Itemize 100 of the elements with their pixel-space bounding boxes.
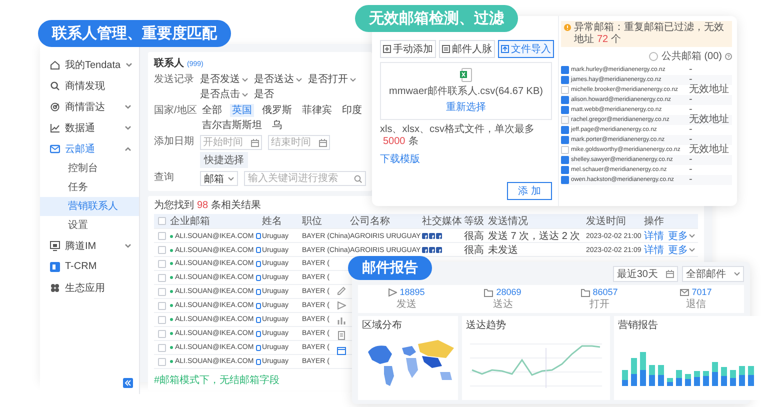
filter-dropdown[interactable]: 是否发送 [200,73,248,86]
date-field[interactable]: 结束时间 [268,135,330,150]
email-checkbox[interactable] [561,86,569,94]
tab[interactable]: 文件导入 [498,40,554,58]
quick-select-button[interactable]: 快捷选择 [200,152,248,168]
filter-dropdown[interactable]: 是否 [254,88,274,101]
copy-icon [256,344,261,350]
row-checkbox[interactable] [158,344,166,352]
country-option[interactable]: 吉尔吉斯斯坦 [200,119,264,132]
details-link[interactable]: 详情 [644,229,664,243]
stat-value: 86057 [592,287,618,297]
row-checkbox[interactable] [158,330,166,338]
sidebar-item[interactable]: 生态应用 [40,277,139,298]
sidebar-subitem[interactable]: 营销联系人 [40,197,139,216]
details-link[interactable]: 详情 [644,243,664,257]
table-cell-text: 发送 7 次，送达 2 次 [488,230,580,243]
email-checkbox[interactable] [561,166,569,174]
more-menu[interactable]: 更多 [668,229,695,243]
country-option[interactable]: 全部 [200,104,224,117]
caret-icon [228,176,234,180]
filter-label: 查询 [154,171,175,185]
filter-dropdown[interactable]: 是否点击 [200,88,248,101]
copy-icon [256,358,261,364]
copy-icon [256,330,261,336]
filter-dropdown[interactable]: 是否送达 [254,73,302,86]
tab[interactable]: 邮件人脉 [439,40,495,58]
send-icon [337,301,346,310]
add-button[interactable]: 添 加 [507,182,552,200]
public-mail-toggle[interactable] [649,52,658,60]
row-checkbox[interactable] [158,358,166,366]
document-icon [50,262,60,272]
list-icon [442,45,450,53]
copy-icon [256,260,261,266]
field-select[interactable]: 邮箱 [200,171,238,186]
check-status: - [689,165,694,175]
header-checkbox[interactable] [158,217,166,225]
email-checkbox[interactable] [561,76,569,84]
edit-icon [337,286,346,295]
email-checkbox[interactable] [561,176,569,184]
calendar-icon [251,138,259,146]
email-checkbox[interactable] [561,136,569,144]
feature-label: 无效邮箱检测、过滤 [355,5,518,32]
row-checkbox[interactable] [158,288,166,296]
email-checkbox[interactable] [561,116,569,124]
sidebar-item[interactable]: 腾道IM [40,235,139,256]
email-checkbox[interactable] [561,96,569,104]
row-checkbox[interactable] [158,232,166,240]
mail-filter-select[interactable]: 全部邮件 [682,266,744,282]
country-option[interactable]: 俄罗斯 [260,104,294,117]
more-menu[interactable]: 更多 [668,243,695,257]
check-status: - [689,155,694,165]
feature-label: 联系人管理、重要度匹配 [38,20,231,47]
row-checkbox[interactable] [158,302,166,310]
collapse-button[interactable] [123,378,133,388]
stat-value: 7017 [692,287,712,297]
country-option[interactable]: 英国 [230,104,254,117]
date-range-field[interactable]: 最近30天 [612,266,678,282]
tab[interactable]: 手动添加 [380,40,436,58]
check-status: 无效地址 [689,85,730,95]
stat-label: 发送 [396,298,416,311]
date-field[interactable]: 开始时间 [200,135,262,150]
sidebar-item[interactable]: T-CRM [40,256,139,277]
spreadsheet-icon [460,68,472,82]
feature-label: 邮件报告 [348,256,432,280]
check-status: - [689,105,692,115]
row-checkbox[interactable] [158,274,166,282]
email-checkbox[interactable] [561,156,569,164]
country-option[interactable]: 印度 [340,104,364,117]
country-option[interactable]: 菲律宾 [300,104,334,117]
sidebar-subitem[interactable]: 控制台 [40,159,139,178]
upload-icon [501,45,509,53]
sidebar-item[interactable]: 商情雷达 [40,96,139,117]
check-status: - [689,75,692,85]
row-checkbox[interactable] [158,246,166,254]
sidebar-item[interactable]: 数据通 [40,117,139,138]
email-checkbox[interactable] [561,66,569,74]
filter-dropdown[interactable]: 是否打开 [308,73,356,86]
sidebar-item[interactable]: 我的Tendata [40,54,139,75]
chart-title: 营销报告 [618,318,659,332]
country-option[interactable]: 乌 [270,119,284,132]
sidebar-subitem[interactable]: 任务 [40,178,139,197]
email-checkbox[interactable] [561,106,569,114]
row-checkbox[interactable] [158,316,166,324]
email-checkbox[interactable] [561,126,569,134]
radar-icon [50,102,60,112]
search-icon [50,80,60,90]
cluster-icon [50,282,60,292]
sidebar-item[interactable]: 云邮通 [40,138,139,159]
sidebar-item[interactable]: 商情发现 [40,75,139,96]
filter-label: 添加日期 [154,135,195,149]
chart-title: 送达趋势 [466,318,507,332]
help-icon [725,52,732,60]
row-checkbox[interactable] [158,260,166,268]
reselect-link[interactable]: 重新选择 [446,100,486,114]
sidebar-subitem[interactable]: 设置 [40,216,139,235]
status-dot [170,360,173,363]
status-dot [170,290,173,293]
status-dot [170,248,173,252]
email-checkbox[interactable] [561,146,569,154]
template-link[interactable]: 下载模版 [380,152,420,166]
